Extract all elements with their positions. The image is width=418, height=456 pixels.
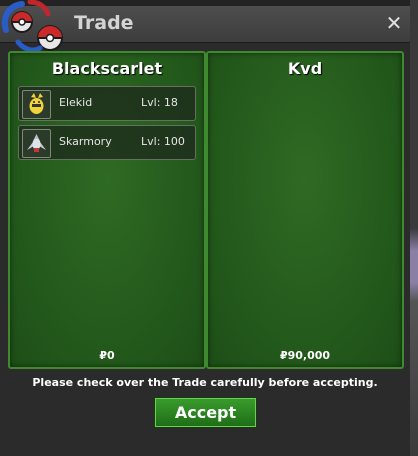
left-trade-panel: Blackscarlet Elekid Lvl: 18 Skarmory Lvl… [8,51,206,369]
trade-window: Trade ✕ Blackscarlet Elekid Lvl: 18 Skar… [0,0,410,456]
close-button[interactable]: ✕ [384,12,404,34]
game-background [410,0,418,456]
right-player-name: Kvd [287,59,323,78]
accept-button[interactable]: Accept [155,398,256,427]
window-title: Trade [74,12,134,34]
trade-item-elekid[interactable]: Elekid Lvl: 18 [18,86,196,121]
trade-item-skarmory[interactable]: Skarmory Lvl: 100 [18,125,196,160]
pokeball-logo-icon [1,0,63,53]
item-level: Lvl: 18 [141,96,178,109]
left-player-name: Blackscarlet [51,59,163,78]
elekid-icon [22,90,51,119]
right-trade-panel: Kvd ₽90,000 [206,51,404,369]
right-money-amount: ₽90,000 [279,349,331,362]
trade-warning-text: Please check over the Trade carefully be… [32,376,378,389]
left-money-amount: ₽0 [99,349,115,362]
skarmory-icon [22,129,51,158]
item-name: Skarmory [59,135,112,148]
item-name: Elekid [59,96,93,109]
item-level: Lvl: 100 [141,135,185,148]
